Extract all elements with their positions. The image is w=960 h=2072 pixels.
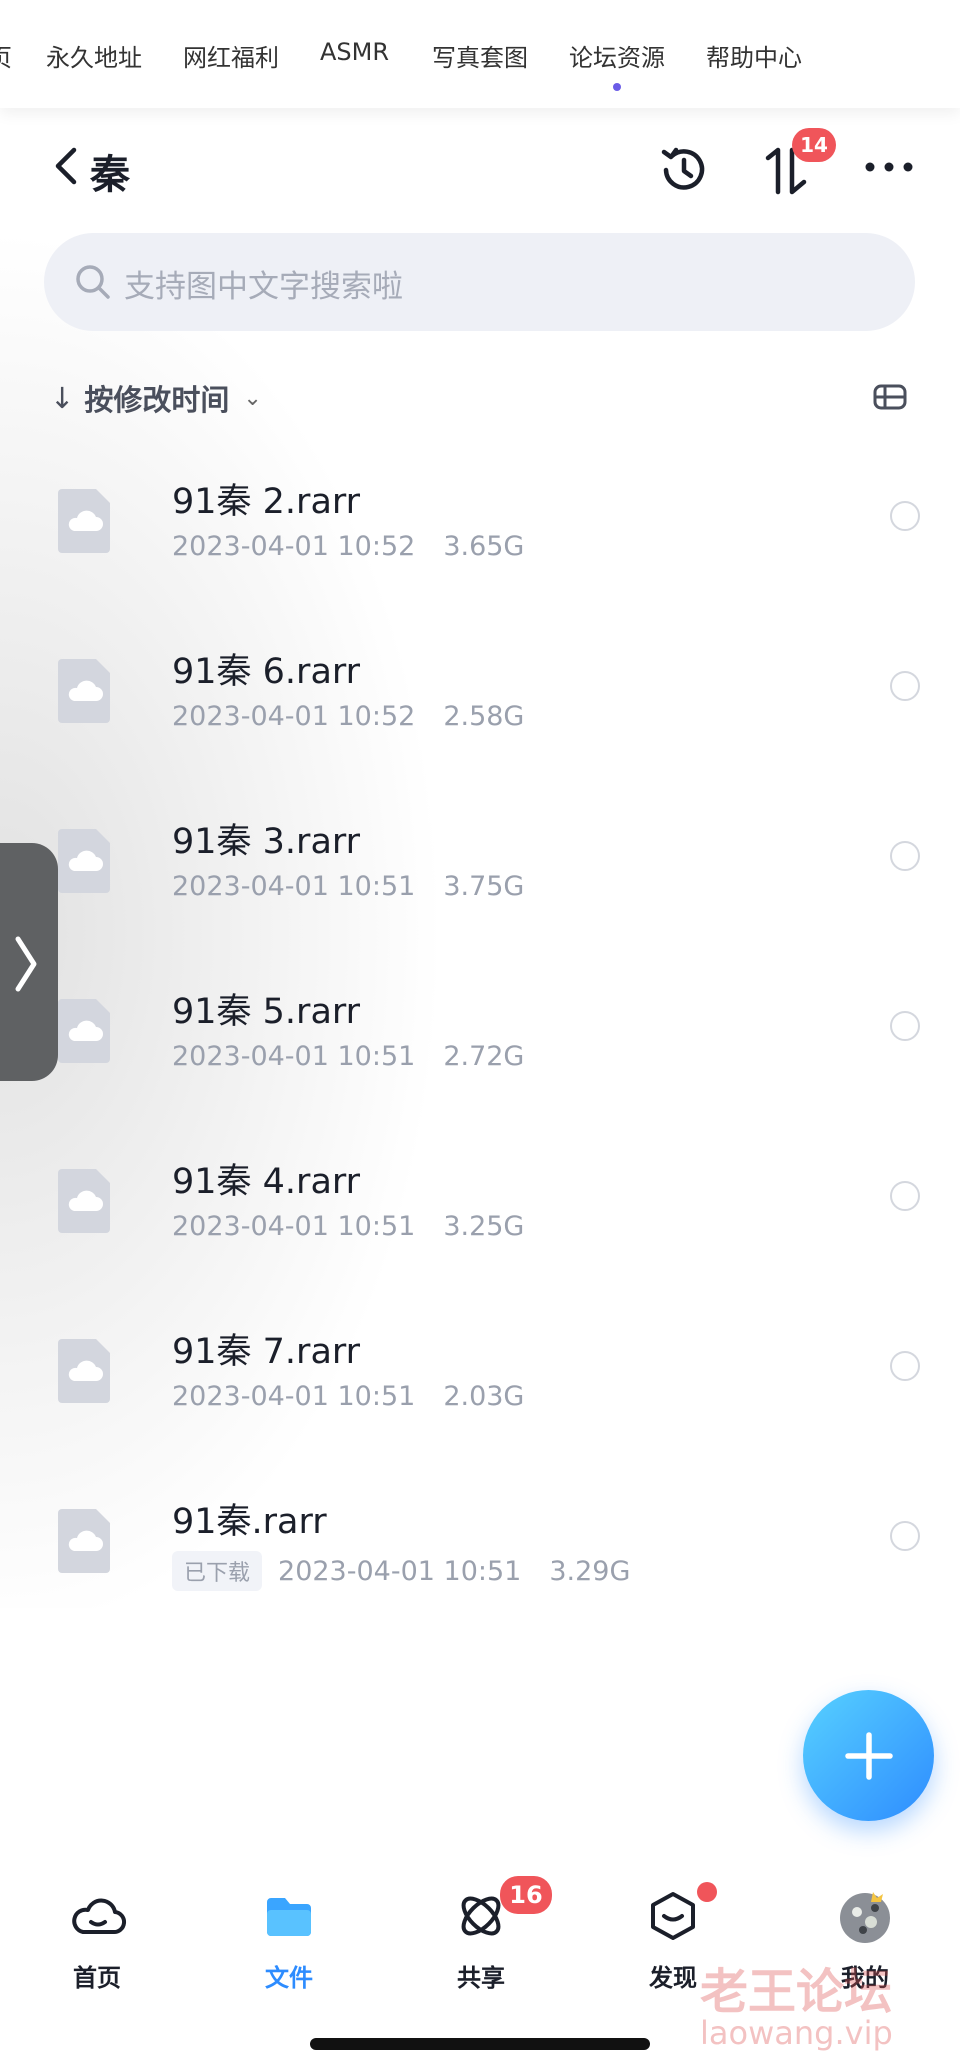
more-options-icon[interactable]	[864, 160, 914, 174]
tab-files[interactable]: 文件	[229, 1886, 349, 1993]
add-button[interactable]	[803, 1690, 934, 1821]
file-meta: 已下载 2023-04-01 10:51 3.29G	[172, 1551, 630, 1591]
file-name: 91秦 3.rarr	[172, 822, 361, 862]
nav-item-asmr[interactable]: ASMR	[320, 38, 389, 66]
tab-home-label: 首页	[73, 1964, 121, 1992]
file-row[interactable]: 91秦 5.rarr 2023-04-01 10:51 2.72G	[0, 953, 960, 1123]
tab-share-label: 共享	[457, 1964, 505, 1992]
transfer-count-badge: 14	[792, 128, 836, 162]
discover-box-icon	[651, 1892, 695, 1940]
file-row[interactable]: 91秦 7.rarr 2023-04-01 10:51 2.03G	[0, 1293, 960, 1463]
file-row[interactable]: 91秦.rarr 已下载 2023-04-01 10:51 3.29G	[0, 1463, 960, 1633]
file-date: 2023-04-01 10:52	[172, 531, 416, 562]
downloaded-tag: 已下载	[172, 1551, 263, 1591]
nav-item-photo-sets[interactable]: 写真套图	[432, 38, 528, 73]
file-name: 91秦 5.rarr	[172, 992, 361, 1032]
view-mode-toggle-icon[interactable]	[872, 382, 908, 412]
file-size: 2.58G	[443, 701, 525, 732]
side-drawer-handle[interactable]	[0, 843, 58, 1081]
file-date: 2023-04-01 10:51	[172, 1381, 416, 1412]
file-name: 91秦 4.rarr	[172, 1162, 361, 1202]
cloud-home-icon	[72, 1898, 126, 1935]
select-radio[interactable]	[890, 1351, 920, 1381]
nav-item-permanent-address[interactable]: 永久地址	[46, 38, 142, 73]
file-row[interactable]: 91秦 4.rarr 2023-04-01 10:51 3.25G	[0, 1123, 960, 1293]
search-bar[interactable]: 支持图中文字搜索啦	[44, 233, 915, 331]
nav-item-influencer-welfare[interactable]: 网红福利	[183, 38, 279, 73]
search-placeholder: 支持图中文字搜索啦	[124, 269, 403, 305]
file-date: 2023-04-01 10:51	[172, 1211, 416, 1242]
sort-label: 按修改时间	[84, 383, 230, 417]
select-radio[interactable]	[890, 1521, 920, 1551]
search-icon	[76, 265, 110, 299]
nav-item-partial[interactable]: 页	[0, 38, 12, 73]
cloud-file-icon	[58, 829, 110, 893]
cloud-file-icon	[58, 999, 110, 1063]
file-size: 3.29G	[549, 1555, 631, 1587]
discover-notification-dot	[697, 1882, 717, 1902]
select-radio[interactable]	[890, 1011, 920, 1041]
select-radio[interactable]	[890, 501, 920, 531]
active-nav-indicator	[613, 83, 621, 91]
select-radio[interactable]	[890, 671, 920, 701]
tab-files-label: 文件	[265, 1964, 313, 1992]
cloud-file-icon	[58, 1509, 110, 1573]
file-row[interactable]: 91秦 2.rarr 2023-04-01 10:52 3.65G	[0, 443, 960, 613]
chevron-down-icon: ⌄	[243, 385, 262, 411]
file-size: 2.03G	[443, 1381, 525, 1412]
file-size: 3.25G	[443, 1211, 525, 1242]
file-size: 2.72G	[443, 1041, 525, 1072]
site-top-nav: 页 永久地址 网红福利 ASMR 写真套图 论坛资源 帮助中心	[0, 0, 960, 108]
nav-item-help-center[interactable]: 帮助中心	[706, 38, 802, 73]
watermark-url: laowang.vip	[700, 2014, 893, 2052]
cloud-file-icon	[58, 489, 110, 553]
file-size: 3.75G	[443, 871, 525, 902]
file-meta: 2023-04-01 10:51 3.75G	[172, 871, 524, 902]
page-title: 秦	[90, 152, 130, 198]
chevron-right-icon	[15, 936, 37, 992]
back-chevron-icon[interactable]	[52, 146, 82, 186]
file-date: 2023-04-01 10:51	[278, 1555, 522, 1587]
share-count-badge: 16	[500, 1876, 552, 1914]
file-meta: 2023-04-01 10:52 3.65G	[172, 531, 524, 562]
sort-arrow-down-icon: ↓	[50, 381, 75, 415]
file-meta: 2023-04-01 10:52 2.58G	[172, 701, 524, 732]
file-date: 2023-04-01 10:52	[172, 701, 416, 732]
file-name: 91秦 6.rarr	[172, 652, 361, 692]
watermark-text: 老王论坛	[700, 1964, 893, 2020]
file-name: 91秦 2.rarr	[172, 482, 361, 522]
sort-selector[interactable]: ↓ 按修改时间 ⌄	[50, 378, 262, 418]
file-name: 91秦 7.rarr	[172, 1332, 361, 1372]
avatar	[840, 1892, 890, 1943]
file-row[interactable]: 91秦 6.rarr 2023-04-01 10:52 2.58G	[0, 613, 960, 783]
file-row[interactable]: 91秦 3.rarr 2023-04-01 10:51 3.75G	[0, 783, 960, 953]
select-radio[interactable]	[890, 841, 920, 871]
cloud-file-icon	[58, 1169, 110, 1233]
file-date: 2023-04-01 10:51	[172, 1041, 416, 1072]
file-meta: 2023-04-01 10:51 2.03G	[172, 1381, 524, 1412]
file-name: 91秦.rarr	[172, 1502, 327, 1542]
plus-icon	[845, 1732, 893, 1780]
cloud-file-icon	[58, 659, 110, 723]
select-radio[interactable]	[890, 1181, 920, 1211]
home-indicator	[310, 2038, 650, 2050]
file-date: 2023-04-01 10:51	[172, 871, 416, 902]
history-icon[interactable]	[656, 142, 712, 198]
file-meta: 2023-04-01 10:51 3.25G	[172, 1211, 524, 1242]
tab-home[interactable]: 首页	[37, 1886, 157, 1993]
nav-item-forum-resources[interactable]: 论坛资源	[569, 38, 665, 73]
cloud-file-icon	[58, 1339, 110, 1403]
file-size: 3.65G	[443, 531, 525, 562]
folder-icon	[267, 1898, 311, 1936]
file-meta: 2023-04-01 10:51 2.72G	[172, 1041, 524, 1072]
